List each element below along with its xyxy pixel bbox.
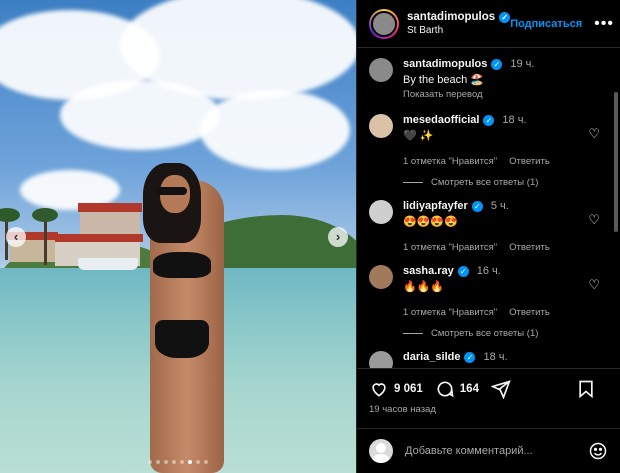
comment-time: 16 ч.	[476, 265, 501, 277]
commenter-avatar[interactable]	[369, 200, 393, 224]
emoji-icon[interactable]	[588, 441, 608, 461]
verified-badge-icon: ✓	[464, 351, 476, 363]
verified-badge-icon: ✓	[483, 114, 495, 126]
author-username[interactable]: santadimopulos ✓	[407, 11, 511, 23]
carousel-dot	[164, 460, 168, 464]
carousel-dot	[156, 460, 160, 464]
user-avatar	[369, 439, 393, 463]
add-comment-bar: Добавьте комментарий...	[357, 428, 620, 473]
comment-like-heart-icon[interactable]: ♡	[588, 212, 600, 228]
comment-text: 🔥🔥🔥	[403, 281, 445, 293]
comment-icon[interactable]	[435, 379, 455, 399]
comment-item: daria_silde ✓ 18 ч.	[369, 351, 608, 368]
verified-badge-icon: ✓	[457, 265, 469, 277]
comments-list: santadimopulos ✓ 19 ч. By the beach 🏖️ П…	[357, 48, 620, 368]
cloud	[200, 90, 350, 170]
like-action: 9 061	[369, 379, 423, 399]
follow-button[interactable]: Подписаться	[510, 18, 582, 30]
caption-time: 19 ч.	[510, 58, 535, 70]
comment-item: mesedaofficial ✓ 18 ч. 🖤 ✨ 1 отметка "Нр…	[369, 114, 608, 167]
sunglasses	[157, 187, 187, 195]
show-translation-button[interactable]: Показать перевод	[403, 89, 608, 100]
heart-icon[interactable]	[369, 379, 389, 399]
commenter-avatar[interactable]	[369, 351, 393, 368]
caption-text: By the beach 🏖️	[403, 74, 484, 86]
post-header: santadimopulos ✓ St Barth Подписаться ••…	[357, 0, 620, 48]
post-sidebar: santadimopulos ✓ St Barth Подписаться ••…	[356, 0, 620, 473]
post-modal: ‹ › santadimopulos ✓ St Barth Подписатьс…	[0, 0, 620, 473]
carousel-prev-button[interactable]: ‹	[6, 227, 26, 247]
like-count[interactable]: 9 061	[394, 383, 423, 395]
post-time-ago: 19 часов назад	[369, 404, 436, 415]
caption-username[interactable]: santadimopulos	[403, 58, 487, 70]
commenter-avatar[interactable]	[369, 114, 393, 138]
comment-item: sasha.ray ✓ 16 ч. 🔥🔥🔥 1 отметка "Нравитс…	[369, 265, 608, 318]
view-replies-label[interactable]: Смотреть все ответы (1)	[431, 177, 538, 188]
comment-like-heart-icon[interactable]: ♡	[588, 277, 600, 293]
comment-likes[interactable]: 1 отметка "Нравится"	[403, 242, 497, 253]
commenter-username[interactable]: sasha.ray	[403, 265, 454, 277]
commenter-username[interactable]: mesedaofficial	[403, 114, 479, 126]
comment-count: 164	[459, 382, 479, 395]
verified-badge-icon: ✓	[471, 200, 483, 212]
swimsuit-top	[153, 252, 211, 278]
palm-tree	[44, 215, 47, 265]
carousel-dot	[172, 460, 176, 464]
carousel-next-button[interactable]: ›	[328, 227, 348, 247]
post-actions: 9 061 164	[357, 368, 620, 408]
more-horizontal-icon[interactable]: •••	[594, 15, 614, 33]
reply-button[interactable]: Ответить	[509, 307, 550, 318]
swimsuit-bottom	[155, 320, 209, 358]
cloud	[60, 80, 220, 150]
palm-tree	[32, 208, 58, 222]
comment-input[interactable]: Добавьте комментарий...	[405, 445, 588, 457]
share-icon[interactable]	[490, 379, 511, 399]
commenter-avatar[interactable]	[369, 265, 393, 289]
verified-badge-icon: ✓	[491, 58, 503, 70]
view-replies-label[interactable]: Смотреть все ответы (1)	[431, 328, 538, 339]
carousel-dots	[0, 460, 356, 464]
bookmark-icon[interactable]	[576, 379, 596, 399]
caption-avatar[interactable]	[369, 58, 393, 82]
share-action	[490, 379, 511, 399]
replies-divider	[403, 333, 423, 334]
reply-button[interactable]: Ответить	[509, 242, 550, 253]
comment-time: 18 ч.	[483, 351, 508, 363]
comment-likes[interactable]: 1 отметка "Нравится"	[403, 307, 497, 318]
post-location[interactable]: St Barth	[407, 25, 510, 36]
carousel-dot	[204, 460, 208, 464]
carousel-dot	[180, 460, 184, 464]
verified-badge-icon: ✓	[499, 11, 511, 23]
roof	[53, 234, 143, 242]
reply-button[interactable]: Ответить	[509, 156, 550, 167]
comment-text: 😍😍😍😍	[403, 216, 458, 228]
carousel-dot	[188, 460, 192, 464]
scrollbar[interactable]	[614, 92, 618, 232]
comment-item: lidiyapfayfer ✓ 5 ч. 😍😍😍😍 1 отметка "Нра…	[369, 200, 608, 253]
view-replies-button[interactable]: Смотреть все ответы (1)	[403, 177, 608, 188]
author-username-text[interactable]: santadimopulos	[407, 11, 495, 23]
comment-likes[interactable]: 1 отметка "Нравится"	[403, 156, 497, 167]
commenter-username[interactable]: daria_silde	[403, 351, 460, 363]
comment-text: 🖤 ✨	[403, 130, 434, 142]
comment-time: 5 ч.	[490, 200, 509, 212]
post-photo[interactable]: ‹ ›	[0, 0, 356, 473]
comment-action: 164	[435, 379, 479, 399]
carousel-dot	[148, 460, 152, 464]
commenter-username[interactable]: lidiyapfayfer	[403, 200, 468, 212]
save-action	[576, 379, 596, 399]
view-replies-button[interactable]: Смотреть все ответы (1)	[403, 328, 608, 339]
comment-time: 18 ч.	[502, 114, 527, 126]
post-caption: santadimopulos ✓ 19 ч. By the beach 🏖️ П…	[369, 58, 608, 100]
carousel-dot	[196, 460, 200, 464]
replies-divider	[403, 182, 423, 183]
comment-like-heart-icon[interactable]: ♡	[588, 126, 600, 142]
author-avatar[interactable]	[369, 8, 399, 39]
roof	[78, 203, 142, 212]
boat	[78, 258, 138, 270]
